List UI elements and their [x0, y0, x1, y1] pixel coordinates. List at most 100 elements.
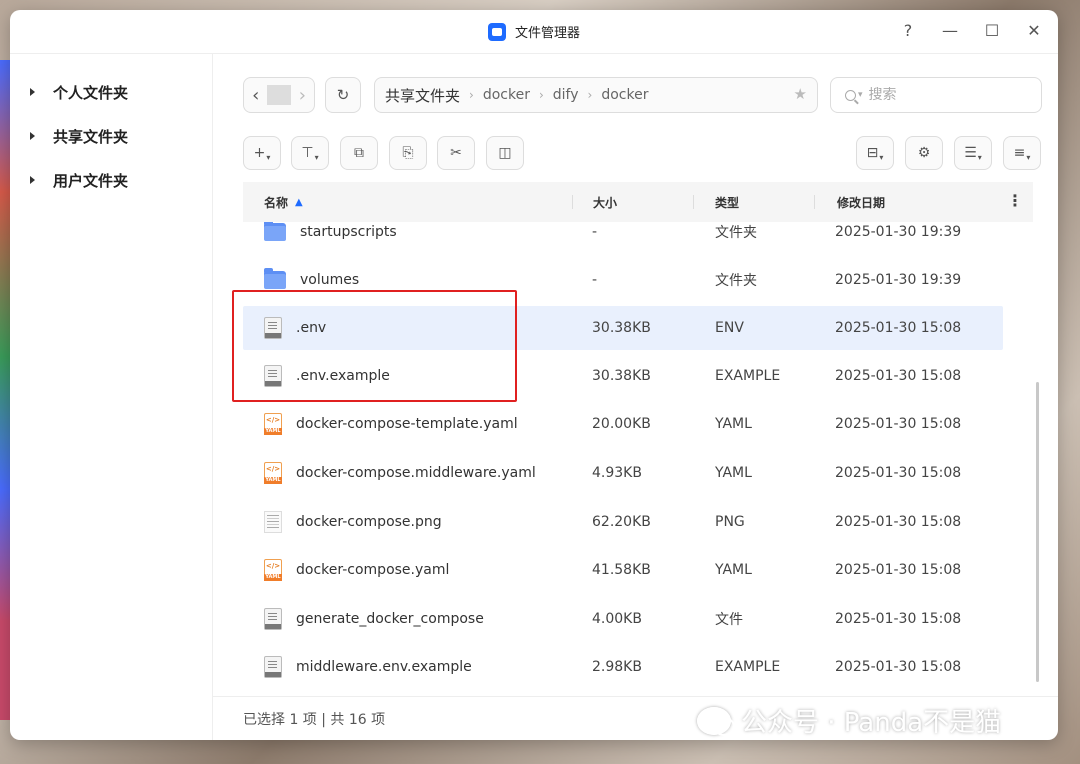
- expand-arrow-icon[interactable]: [30, 88, 35, 96]
- file-name: startupscripts: [300, 224, 397, 240]
- file-date: 2025-01-30 15:08: [835, 416, 962, 432]
- column-header-type[interactable]: 类型: [694, 182, 815, 222]
- upload-icon: ⊤: [301, 145, 314, 161]
- briefcase-icon: ⊟: [866, 145, 879, 161]
- file-manager-window: 文件管理器 ? — ☐ ✕ 个人文件夹 共享文件夹 用户文件夹 ‹ › ↻ 共享…: [10, 10, 1058, 740]
- file-name: docker-compose.png: [296, 514, 442, 530]
- sort-ascending-icon[interactable]: ▲: [295, 197, 303, 208]
- sort-icon: ≡: [1013, 145, 1026, 161]
- title-bar: 文件管理器 ? — ☐ ✕: [10, 10, 1058, 54]
- caret-down-icon: ▾: [1026, 152, 1031, 162]
- help-icon[interactable]: ?: [898, 20, 918, 42]
- forward-button[interactable]: ›: [291, 85, 314, 106]
- file-size: 41.58KB: [592, 562, 651, 578]
- file-icon: [264, 365, 282, 387]
- breadcrumb-item[interactable]: dify: [553, 87, 579, 103]
- minimize-icon[interactable]: —: [940, 20, 960, 42]
- cut-button[interactable]: ✂: [437, 136, 475, 170]
- expand-arrow-icon[interactable]: [30, 176, 35, 184]
- file-size: 62.20KB: [592, 514, 651, 530]
- file-list: startupscripts - 文件夹 2025-01-30 19:39 vo…: [243, 222, 1003, 696]
- breadcrumb-item[interactable]: docker: [483, 87, 530, 103]
- file-size: 2.98KB: [592, 659, 642, 675]
- star-icon[interactable]: ★: [794, 85, 807, 103]
- sidebar-item-shared[interactable]: 共享文件夹: [10, 114, 212, 158]
- file-date: 2025-01-30 15:08: [835, 562, 962, 578]
- breadcrumb-item[interactable]: docker: [601, 87, 648, 103]
- chevron-right-icon: ›: [538, 88, 544, 102]
- back-button[interactable]: ‹: [244, 85, 267, 106]
- expand-arrow-icon[interactable]: [30, 132, 35, 140]
- file-date: 2025-01-30 15:08: [835, 659, 962, 675]
- table-row[interactable]: middleware.env.example 2.98KB EXAMPLE 20…: [243, 645, 1003, 689]
- sort-button[interactable]: ≡ ▾: [1003, 136, 1041, 170]
- file-type: PNG: [715, 514, 745, 530]
- duplicate-button[interactable]: ◫: [486, 136, 524, 170]
- table-row[interactable]: docker-compose.png 62.20KB PNG 2025-01-3…: [243, 500, 1003, 544]
- breadcrumb-item[interactable]: 共享文件夹: [385, 85, 460, 106]
- file-date: 2025-01-30 15:08: [835, 320, 962, 336]
- table-row[interactable]: startupscripts - 文件夹 2025-01-30 19:39: [243, 222, 1003, 254]
- duplicate-icon: ◫: [498, 145, 512, 161]
- table-row[interactable]: volumes - 文件夹 2025-01-30 19:39: [243, 258, 1003, 302]
- sidebar-item-personal[interactable]: 个人文件夹: [10, 70, 212, 114]
- column-header-size[interactable]: 大小: [573, 182, 694, 222]
- column-label: 类型: [715, 195, 740, 210]
- table-row-selected[interactable]: .env 30.38KB ENV 2025-01-30 15:08: [243, 306, 1003, 350]
- refresh-button[interactable]: ↻: [325, 77, 361, 113]
- briefcase-button[interactable]: ⊟ ▾: [856, 136, 894, 170]
- file-name: volumes: [300, 272, 360, 288]
- column-label: 修改日期: [837, 195, 886, 210]
- file-date: 2025-01-30 15:08: [835, 368, 962, 384]
- table-header: 名称 ▲ 大小 类型 修改日期 ⋮: [243, 182, 1033, 222]
- search-input[interactable]: [868, 87, 1019, 103]
- file-type: ENV: [715, 320, 744, 336]
- sidebar-item-label: 个人文件夹: [53, 83, 129, 102]
- copy-button[interactable]: ⧉: [340, 136, 378, 170]
- caret-down-icon[interactable]: ▾: [858, 90, 863, 100]
- sidebar-item-label: 共享文件夹: [53, 127, 129, 146]
- scrollbar[interactable]: [1034, 222, 1042, 696]
- maximize-icon[interactable]: ☐: [982, 20, 1002, 42]
- search-icon[interactable]: [845, 89, 856, 101]
- paste-button[interactable]: ⎘: [389, 136, 427, 170]
- table-row[interactable]: </>docker-compose-template.yaml 20.00KB …: [243, 402, 1003, 446]
- scrollbar-thumb[interactable]: [1036, 382, 1039, 682]
- file-icon: [264, 656, 282, 678]
- list-view-icon: ☰: [964, 145, 977, 161]
- file-name: docker-compose.yaml: [296, 562, 450, 578]
- image-file-icon: [264, 511, 282, 533]
- folder-icon: [264, 222, 286, 241]
- selection-status: 已选择 1 项 | 共 16 项: [243, 711, 386, 728]
- file-size: -: [592, 224, 598, 240]
- file-type: EXAMPLE: [715, 659, 781, 675]
- column-header-name[interactable]: 名称 ▲: [243, 182, 573, 222]
- window-title: 文件管理器: [514, 26, 580, 41]
- create-button[interactable]: + ▾: [243, 136, 281, 170]
- table-row[interactable]: .env.example 30.38KB EXAMPLE 2025-01-30 …: [243, 354, 1003, 398]
- more-options-icon[interactable]: ⋮: [1007, 191, 1023, 210]
- folder-icon: [264, 268, 286, 289]
- upload-button[interactable]: ⊤ ▾: [291, 136, 329, 170]
- column-header-date[interactable]: 修改日期: [815, 182, 1015, 222]
- file-type: YAML: [715, 562, 752, 578]
- table-row[interactable]: </> docker-compose.middleware.yaml 4.93KB…: [243, 451, 1003, 495]
- close-icon[interactable]: ✕: [1024, 20, 1044, 42]
- breadcrumb: 共享文件夹 › docker › dify › docker ★: [374, 77, 818, 113]
- table-row[interactable]: generate_docker_compose 4.00KB 文件 2025-0…: [243, 597, 1003, 641]
- yaml-file-icon: </>: [264, 462, 282, 484]
- file-type: 文件: [715, 612, 743, 628]
- file-date: 2025-01-30 15:08: [835, 465, 962, 481]
- file-icon: [264, 317, 282, 339]
- file-size: 30.38KB: [592, 368, 651, 384]
- settings-button[interactable]: ⚙: [905, 136, 943, 170]
- sidebar-item-users[interactable]: 用户文件夹: [10, 158, 212, 202]
- chevron-right-icon: ›: [587, 88, 593, 102]
- view-mode-button[interactable]: ☰ ▾: [954, 136, 992, 170]
- file-type: 文件夹: [715, 225, 757, 241]
- file-icon: [264, 608, 282, 630]
- table-row[interactable]: </> docker-compose.yaml 41.58KB YAML 2025…: [243, 548, 1003, 592]
- search-box: ▾: [830, 77, 1042, 113]
- file-manager-app-icon: [487, 22, 506, 41]
- file-size: 4.93KB: [592, 465, 642, 481]
